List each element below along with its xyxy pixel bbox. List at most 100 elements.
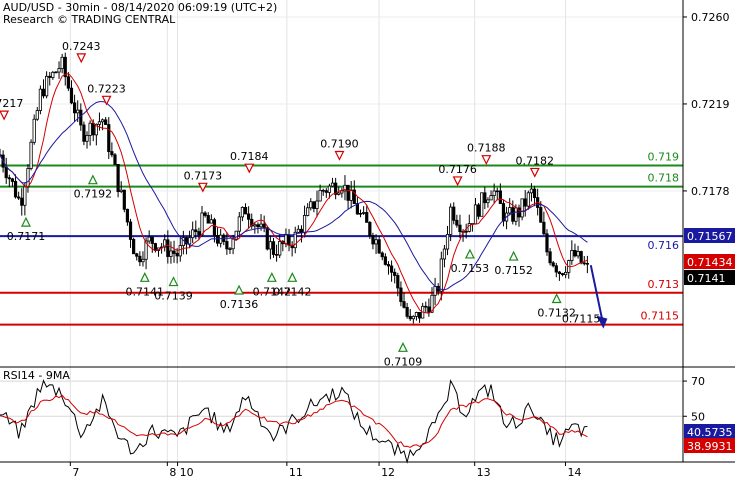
candle-body — [327, 185, 332, 193]
candle-body — [7, 177, 11, 180]
candle-body — [386, 264, 391, 267]
candle-body — [399, 287, 403, 303]
candle-body — [237, 216, 241, 232]
candle-body — [554, 265, 558, 273]
level-label: 0.718 — [648, 172, 680, 185]
candle-body — [389, 265, 394, 273]
price-badge-label: 0.71434 — [687, 256, 733, 269]
candle-body — [85, 135, 89, 142]
candle-body — [312, 201, 316, 209]
peak-label: 0.7184 — [230, 150, 269, 163]
candle-body — [113, 154, 117, 165]
price-tick-label: 0.7260 — [691, 11, 730, 24]
candle-body — [483, 192, 487, 204]
candle-body — [38, 88, 43, 111]
candle-body — [191, 229, 195, 239]
trough-label: 0.7139 — [154, 290, 193, 303]
trough-label: 0.7152 — [494, 264, 533, 277]
candle-body — [548, 251, 552, 264]
candle-body — [455, 219, 459, 226]
candle-body — [582, 262, 586, 265]
candle-body — [20, 197, 24, 206]
level-label: 0.719 — [648, 150, 680, 163]
candle-body — [256, 224, 260, 228]
candle-body — [72, 102, 77, 114]
candle-body — [97, 121, 102, 125]
candle-body — [585, 263, 589, 265]
candle-body — [132, 239, 136, 255]
candle-body — [564, 271, 568, 276]
candle-body — [346, 184, 350, 201]
candle-body — [551, 262, 555, 267]
trough-marker — [551, 293, 562, 304]
trough-marker — [234, 284, 245, 295]
candle-body — [57, 68, 61, 73]
candle-body — [557, 271, 562, 274]
candle-body — [104, 119, 108, 125]
time-tick-label: 12 — [381, 466, 395, 479]
trough-marker — [397, 341, 408, 352]
candle-body — [274, 254, 279, 256]
peak-label: 0.7190 — [320, 137, 359, 150]
peak-label: 0.7176 — [438, 163, 477, 176]
candle-body — [194, 229, 198, 232]
candle-body — [337, 192, 341, 195]
candle-body — [169, 250, 173, 257]
candle-body — [442, 248, 447, 260]
candle-body — [225, 241, 229, 250]
trough-marker — [139, 271, 150, 282]
trough-label: 0.7109 — [384, 355, 423, 368]
candle-body — [166, 239, 170, 257]
candle-body — [358, 213, 363, 215]
candle-body — [340, 190, 344, 194]
candle-body — [128, 221, 133, 240]
trough-marker — [87, 174, 98, 185]
axes: 0.72600.72190.71780.715670.714340.714170… — [0, 0, 735, 479]
candle-body — [262, 223, 266, 229]
peak-marker — [0, 110, 10, 121]
candle-body — [560, 273, 565, 276]
candle-body — [302, 215, 307, 234]
time-tick-label: 8 — [169, 466, 176, 479]
peak-marker — [452, 176, 463, 187]
time-tick-label: 7 — [72, 466, 79, 479]
rsi-ma-line — [0, 394, 588, 448]
candle-body — [309, 201, 313, 209]
candle-body — [315, 200, 319, 209]
candle-body — [119, 189, 123, 192]
peak-marker — [334, 150, 345, 161]
candle-body — [427, 306, 431, 313]
candle-body — [100, 119, 105, 123]
candle-body — [219, 234, 223, 244]
candle-body — [424, 305, 428, 308]
candle-body — [29, 141, 33, 169]
candle-body — [377, 239, 381, 254]
candle-body — [501, 203, 506, 222]
candle-body — [495, 190, 499, 193]
candle-body — [529, 188, 534, 194]
candle-body — [88, 122, 92, 136]
candle-body — [393, 271, 397, 276]
peak-label: 0.7182 — [516, 154, 555, 167]
candle-body — [318, 189, 322, 202]
trough-marker — [168, 276, 179, 287]
candle-body — [141, 258, 145, 263]
candle-body — [439, 258, 443, 292]
candle-body — [362, 212, 366, 214]
candle-body — [573, 250, 577, 257]
candle-body — [452, 206, 456, 221]
candle-body — [66, 76, 70, 89]
candle-body — [570, 250, 574, 261]
candle-body — [63, 56, 67, 78]
candle-body — [579, 251, 583, 264]
candle-body — [486, 199, 490, 204]
candle-body — [520, 198, 524, 218]
rsi-panel: RSI14 - 9MA — [0, 366, 735, 464]
candle-body — [187, 237, 192, 245]
candle-body — [271, 241, 276, 255]
candle-body — [265, 227, 269, 250]
candle-body — [259, 223, 263, 228]
candle-body — [231, 238, 235, 250]
rsi-tick-label: 50 — [691, 410, 705, 423]
candle-body — [26, 168, 30, 188]
